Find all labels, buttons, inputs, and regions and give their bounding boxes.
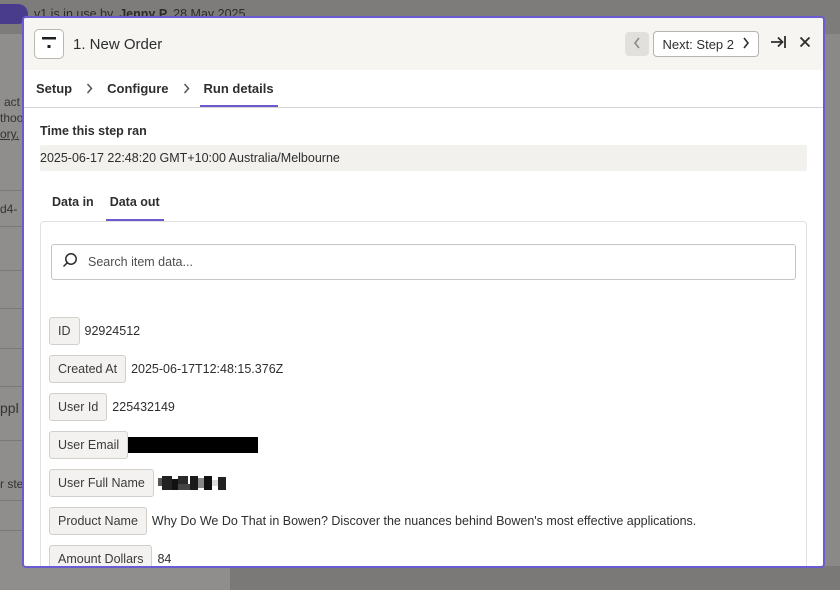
field-key[interactable]: Amount Dollars <box>49 545 153 566</box>
step-run-details[interactable]: Run details <box>199 70 278 107</box>
chevron-right-icon <box>86 70 93 107</box>
data-field-row: User Id 225432149 <box>49 392 796 422</box>
close-icon <box>799 35 811 53</box>
field-value: 92924512 <box>84 324 141 338</box>
search-icon <box>62 252 78 273</box>
field-value: Why Do We Do That in Bowen? Discover the… <box>151 514 697 528</box>
field-key[interactable]: User Full Name <box>49 469 154 497</box>
field-key[interactable]: Product Name <box>49 507 147 535</box>
app-icon <box>34 29 64 59</box>
field-key[interactable]: User Id <box>49 393 108 421</box>
data-field-row: User Full Name <box>49 468 796 498</box>
run-time-label: Time this step ran <box>40 124 147 138</box>
background-fragment: thoo <box>0 111 24 125</box>
data-out-panel: ID 92924512 Created At 2025-06-17T12:48:… <box>40 221 807 566</box>
redacted-name-value <box>157 476 226 490</box>
data-tabs: Data in Data out <box>40 183 807 221</box>
previous-step-button[interactable] <box>625 32 650 56</box>
background-fragment: r ste <box>0 477 24 491</box>
tab-label: Data in <box>52 195 94 209</box>
tab-label: Data out <box>109 195 160 209</box>
data-field-row: ID 92924512 <box>49 316 796 346</box>
chevron-right-icon <box>183 70 190 107</box>
background-fragment: ory. <box>0 127 20 141</box>
chevron-right-icon <box>742 37 750 52</box>
field-value: 225432149 <box>112 400 175 414</box>
data-field-list: ID 92924512 Created At 2025-06-17T12:48:… <box>49 316 796 566</box>
next-step-label: Next: Step 2 <box>662 36 734 52</box>
background-fragment: act <box>4 95 21 109</box>
field-key[interactable]: Created At <box>49 355 127 383</box>
background-fragment: d4- <box>0 202 18 216</box>
chevron-left-icon <box>633 37 641 52</box>
data-field-row: Amount Dollars 84 <box>49 544 796 566</box>
step-setup[interactable]: Setup <box>36 70 72 107</box>
step-label: Run details <box>203 81 274 96</box>
step-configure[interactable]: Configure <box>107 70 168 107</box>
step-navigation: Setup Configure Run details <box>24 70 823 108</box>
step-details-modal: 1. New Order Next: Step 2 Setup Configur… <box>22 16 825 568</box>
search-box[interactable] <box>51 244 796 280</box>
close-button[interactable] <box>799 35 811 53</box>
data-field-row: Product Name Why Do We Do That in Bowen?… <box>49 506 796 536</box>
arrow-right-bar-icon <box>769 34 787 55</box>
modal-header: 1. New Order Next: Step 2 <box>24 18 823 70</box>
next-step-button[interactable]: Next: Step 2 <box>653 31 759 57</box>
expand-panel-button[interactable] <box>769 34 787 55</box>
background-fragment: ppl <box>0 400 19 416</box>
tab-data-out[interactable]: Data out <box>105 183 164 221</box>
data-field-row: User Email <box>49 430 796 460</box>
step-label: Setup <box>36 81 73 96</box>
data-field-row: Created At 2025-06-17T12:48:15.376Z <box>49 354 796 384</box>
step-label: Configure <box>107 81 169 96</box>
field-value: 84 <box>157 552 172 566</box>
search-input[interactable] <box>88 255 688 269</box>
modal-title: 1. New Order <box>73 35 163 53</box>
field-key[interactable]: ID <box>49 317 80 345</box>
run-time-value: 2025-06-17 22:48:20 GMT+10:00 Australia/… <box>40 145 807 171</box>
field-value: 2025-06-17T12:48:15.376Z <box>131 362 284 376</box>
field-key[interactable]: User Email <box>49 431 129 459</box>
redacted-email-value <box>128 437 259 453</box>
tab-data-in[interactable]: Data in <box>52 183 94 221</box>
background-footer <box>230 566 840 590</box>
